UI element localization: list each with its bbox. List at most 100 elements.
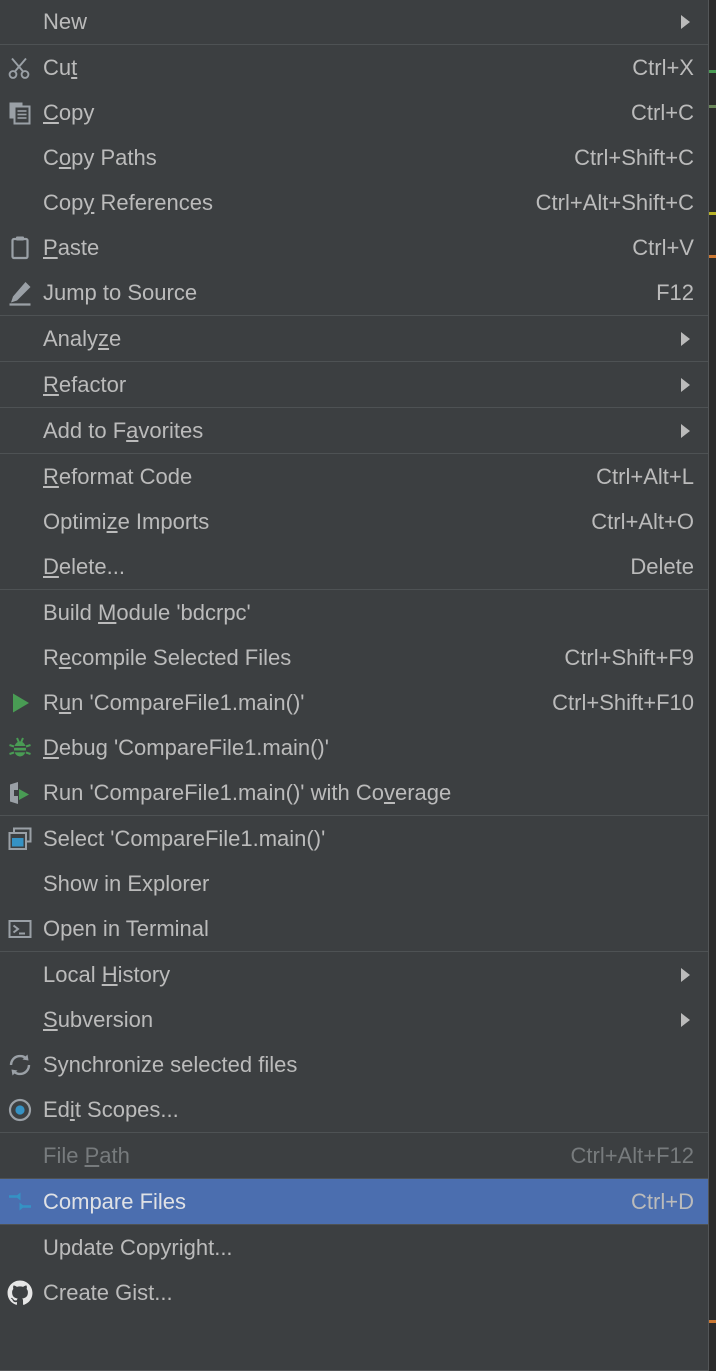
menu-section-new-section: New [0,0,708,45]
menu-item-debug-comparefile1-main[interactable]: Debug 'CompareFile1.main()' [0,725,708,770]
pencil-icon [0,270,40,315]
menu-item-icon-placeholder [0,861,40,906]
menu-section-clipboard-section: Cut Ctrl+X Copy Ctrl+C Copy Paths Ctrl+Shift… [0,45,708,316]
submenu-arrow-icon [666,423,694,438]
menu-item-label: Open in Terminal [43,915,209,941]
menu-item-label: Local History [43,961,171,987]
menu-item-new[interactable]: New [0,0,708,44]
menu-item-refactor[interactable]: Refactor [0,362,708,407]
menu-section-build-run-section: Build Module 'bdcrpc' Recompile Selected … [0,590,708,816]
menu-item-label: Optimize Imports [43,508,210,534]
menu-item-label: Run 'CompareFile1.main()' with Coverage [43,779,452,805]
menu-item-label: Show in Explorer [43,870,210,896]
editor-mark [709,1320,716,1323]
menu-item-label: Run 'CompareFile1.main()' [43,689,305,715]
menu-item-analyze[interactable]: Analyze [0,316,708,361]
project-view-context-menu: New Cut Ctrl+X Copy Ctrl+C Copy Paths Ctrl+S… [0,0,709,1371]
menu-item-build-module[interactable]: Build Module 'bdcrpc' [0,590,708,635]
clipboard-icon [0,225,40,270]
menu-item-shortcut: Ctrl+Shift+F9 [564,644,694,670]
editor-mark [709,105,716,108]
menu-item-shortcut: Ctrl+Shift+F10 [552,689,694,715]
menu-item-subversion[interactable]: Subversion [0,997,708,1042]
menu-item-icon-placeholder [0,499,40,544]
coverage-icon [0,770,40,815]
menu-item-add-to-favorites[interactable]: Add to Favorites [0,408,708,453]
menu-item-shortcut: Delete [630,553,694,579]
menu-section-misc-section: Update Copyright... Create Gist... [0,1225,708,1315]
submenu-arrow-icon [666,15,694,29]
menu-item-label: Add to Favorites [43,417,204,443]
menu-item-open-in-terminal[interactable]: Open in Terminal [0,906,708,951]
sync-icon [0,1042,40,1087]
compare-icon [0,1179,40,1224]
menu-item-reformat-code[interactable]: Reformat Code Ctrl+Alt+L [0,454,708,499]
menu-item-copy-paths[interactable]: Copy Paths Ctrl+Shift+C [0,135,708,180]
menu-item-icon-placeholder [0,1225,40,1270]
menu-item-compare-files[interactable]: Compare Files Ctrl+D [0,1179,708,1224]
menu-item-shortcut: Ctrl+Alt+O [591,508,694,534]
menu-item-label: Compare Files [43,1188,187,1214]
menu-item-synchronize-selected-files[interactable]: Synchronize selected files [0,1042,708,1087]
menu-item-cut[interactable]: Cut Ctrl+X [0,45,708,90]
menu-item-run-with-coverage[interactable]: Run 'CompareFile1.main()' with Coverage [0,770,708,815]
menu-item-icon-placeholder [0,362,40,407]
menu-section-compare-section: Compare Files Ctrl+D [0,1179,708,1225]
submenu-arrow-icon [666,1012,694,1027]
menu-item-label: Jump to Source [43,279,198,305]
menu-item-label: Analyze [43,325,122,351]
menu-item-label: Cut [43,54,78,80]
menu-item-icon-placeholder [0,1133,40,1178]
editor-background-sliver [709,0,716,1371]
menu-item-label: Debug 'CompareFile1.main()' [43,734,329,760]
menu-item-copy[interactable]: Copy Ctrl+C [0,90,708,135]
menu-item-label: Create Gist... [43,1279,173,1305]
menu-item-label: Synchronize selected files [43,1051,298,1077]
menu-item-icon-placeholder [0,590,40,635]
menu-item-paste[interactable]: Paste Ctrl+V [0,225,708,270]
menu-item-label: Delete... [43,553,125,579]
menu-item-optimize-imports[interactable]: Optimize Imports Ctrl+Alt+O [0,499,708,544]
menu-item-icon-placeholder [0,316,40,361]
debug-icon [0,725,40,770]
menu-item-jump-to-source[interactable]: Jump to Source F12 [0,270,708,315]
menu-item-icon-placeholder [0,997,40,1042]
github-icon [0,1270,40,1315]
menu-item-icon-placeholder [0,408,40,453]
run-icon [0,680,40,725]
menu-item-create-gist[interactable]: Create Gist... [0,1270,708,1315]
menu-item-shortcut: Ctrl+Shift+C [574,144,694,170]
menu-item-label: File Path [43,1142,130,1168]
menu-section-code-section: Reformat Code Ctrl+Alt+L Optimize Imports C… [0,454,708,590]
menu-item-delete[interactable]: Delete... Delete [0,544,708,589]
menu-item-label: Copy [43,99,95,125]
select-window-icon [0,816,40,861]
menu-item-label: Copy References [43,189,213,215]
menu-item-label: Paste [43,234,100,260]
menu-item-shortcut: Ctrl+Alt+L [596,463,694,489]
menu-item-recompile-selected-files[interactable]: Recompile Selected Files Ctrl+Shift+F9 [0,635,708,680]
menu-item-update-copyright[interactable]: Update Copyright... [0,1225,708,1270]
menu-item-select-comparefile1-main[interactable]: Select 'CompareFile1.main()' [0,816,708,861]
menu-item-icon-placeholder [0,952,40,997]
menu-item-icon-placeholder [0,180,40,225]
menu-item-edit-scopes[interactable]: Edit Scopes... [0,1087,708,1132]
menu-item-label: Refactor [43,371,127,397]
menu-item-icon-placeholder [0,544,40,589]
menu-item-show-in-explorer[interactable]: Show in Explorer [0,861,708,906]
menu-item-label: Build Module 'bdcrpc' [43,599,251,625]
menu-item-copy-references[interactable]: Copy References Ctrl+Alt+Shift+C [0,180,708,225]
menu-item-run-comparefile1-main[interactable]: Run 'CompareFile1.main()' Ctrl+Shift+F10 [0,680,708,725]
scissors-icon [0,45,40,90]
editor-mark [709,212,716,215]
editor-mark [709,70,716,73]
menu-item-shortcut: F12 [656,279,694,305]
menu-section-select-show-section: Select 'CompareFile1.main()' Show in Expl… [0,816,708,952]
editor-mark [709,255,716,258]
menu-item-local-history[interactable]: Local History [0,952,708,997]
menu-section-analyze-section: Analyze [0,316,708,362]
menu-item-shortcut: Ctrl+C [631,99,694,125]
menu-item-shortcut: Ctrl+D [631,1188,694,1214]
menu-item-shortcut: Ctrl+Alt+Shift+C [535,189,694,215]
menu-item-label: Select 'CompareFile1.main()' [43,825,326,851]
